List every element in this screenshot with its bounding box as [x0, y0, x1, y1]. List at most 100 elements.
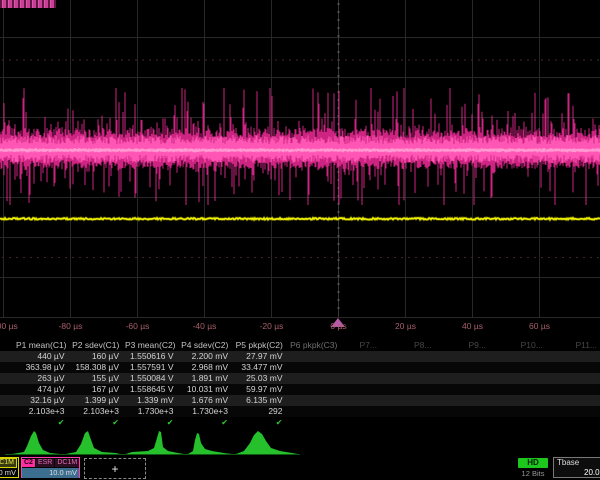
hd-bits-label: 12 Bits	[512, 469, 554, 478]
channel-c2-descriptor[interactable]: C2 ESR DC1M 10.0 mV	[21, 457, 80, 478]
status-check-icon: ✔	[123, 417, 178, 428]
measure-value	[396, 362, 451, 373]
measure-value	[341, 395, 396, 406]
status-check-icon: ✔	[178, 417, 233, 428]
measure-value	[559, 384, 600, 395]
timebase-value: 20.0 µs	[584, 468, 600, 478]
measure-value	[396, 384, 451, 395]
measure-value	[341, 384, 396, 395]
measure-row: 474 µV167 µV1.558645 V10.031 mV59.97 mV	[0, 384, 600, 395]
histicon-p1	[12, 431, 60, 454]
measure-row: 263 µV155 µV1.550084 V1.891 mV25.03 mV	[0, 373, 600, 384]
measure-value	[396, 373, 451, 384]
status-check-icon: ✔	[232, 417, 287, 428]
channel-c1-descriptor[interactable]: DC1M 10.0 mV	[0, 457, 19, 478]
measure-value: 59.97 mV	[232, 384, 287, 395]
measure-value	[559, 406, 600, 417]
add-trace-button[interactable]: +	[84, 458, 146, 479]
hd-mode-badge[interactable]: HD	[518, 458, 548, 468]
measure-value	[559, 395, 600, 406]
measure-value: 2.968 mV	[178, 362, 233, 373]
c1-vertical-scale: 10.0 mV	[0, 468, 18, 478]
measure-value	[505, 406, 560, 417]
clipped-pink-badge	[0, 0, 56, 8]
measure-value: 160 µV	[69, 351, 124, 362]
measure-value	[396, 395, 451, 406]
measure-value: 2.200 mV	[178, 351, 233, 362]
measure-value: 1.339 mV	[123, 395, 178, 406]
measure-value	[396, 351, 451, 362]
measure-value	[505, 384, 560, 395]
measure-value	[341, 406, 396, 417]
measure-col-header: P3 mean(C2)	[123, 340, 178, 351]
measure-value: 1.557591 V	[123, 362, 178, 373]
measure-value: 32.16 µV	[14, 395, 69, 406]
measure-value: 263 µV	[14, 373, 69, 384]
measure-value: 158.308 µV	[69, 362, 124, 373]
measure-status-row: ✔✔✔✔✔	[0, 417, 600, 428]
measure-value: 1.550084 V	[123, 373, 178, 384]
c2-vertical-scale: 10.0 mV	[22, 468, 79, 478]
measure-col-header: P9...	[450, 340, 505, 351]
measure-value: 167 µV	[69, 384, 124, 395]
time-tick-label: 20 µs	[395, 321, 416, 331]
measure-value	[341, 362, 396, 373]
measure-value	[450, 373, 505, 384]
measure-value: 27.97 mV	[232, 351, 287, 362]
histicon-p2	[66, 431, 120, 454]
measure-col-header: P2 sdev(C1)	[69, 340, 124, 351]
measure-value: 1.730e+3	[123, 406, 178, 417]
measure-col-header: P8...	[396, 340, 451, 351]
status-check-icon	[559, 417, 600, 428]
measure-value	[450, 406, 505, 417]
time-tick-label: -20 µs	[260, 321, 284, 331]
measure-value: 10.031 mV	[178, 384, 233, 395]
measure-value: 155 µV	[69, 373, 124, 384]
measure-value	[450, 395, 505, 406]
plus-icon: +	[111, 462, 118, 476]
timebase-descriptor[interactable]: Tbase 20.0 µs	[553, 457, 600, 478]
measure-value: 1.676 mV	[178, 395, 233, 406]
measure-value	[287, 373, 342, 384]
histicon-p3	[126, 431, 184, 454]
status-check-icon	[505, 417, 560, 428]
measure-value	[341, 351, 396, 362]
measure-row: 32.16 µV1.399 µV1.339 mV1.676 mV6.135 mV	[0, 395, 600, 406]
measure-value: 1.399 µV	[69, 395, 124, 406]
c2-eres-badge: ESR	[36, 459, 54, 467]
measure-value	[559, 362, 600, 373]
histicon-p5	[236, 431, 298, 454]
time-tick-label: -40 µs	[193, 321, 217, 331]
status-check-icon	[450, 417, 505, 428]
measure-value	[505, 395, 560, 406]
measure-value	[505, 373, 560, 384]
measure-value	[450, 384, 505, 395]
measure-row: 2.103e+32.103e+31.730e+31.730e+3292	[0, 406, 600, 417]
status-check-icon: ✔	[14, 417, 69, 428]
measure-value: 292	[232, 406, 287, 417]
measure-row: 440 µV160 µV1.550616 V2.200 mV27.97 mV	[0, 351, 600, 362]
oscilloscope-screen: -100 µs-80 µs-60 µs-40 µs-20 µs0 µs20 µs…	[0, 0, 600, 480]
measure-value	[287, 384, 342, 395]
measure-value	[450, 362, 505, 373]
time-tick-label: 40 µs	[462, 321, 483, 331]
time-tick-label: -60 µs	[126, 321, 150, 331]
measure-value	[287, 362, 342, 373]
measure-value: 33.477 mV	[232, 362, 287, 373]
measure-value: 1.730e+3	[178, 406, 233, 417]
c2-coupling-badge: DC1M	[55, 459, 79, 467]
timebase-label: Tbase	[557, 458, 579, 468]
measure-value	[559, 373, 600, 384]
measure-col-header: P6 pkpk(C3)	[287, 340, 342, 351]
measure-col-header: P7...	[341, 340, 396, 351]
measure-value	[287, 406, 342, 417]
measure-value	[505, 351, 560, 362]
measure-row: 363.98 µV158.308 µV1.557591 V2.968 mV33.…	[0, 362, 600, 373]
measure-value	[287, 351, 342, 362]
measure-value	[341, 373, 396, 384]
c2-label-badge: C2	[22, 459, 35, 467]
measure-value: 2.103e+3	[69, 406, 124, 417]
measure-value	[396, 406, 451, 417]
measure-col-header: P11...	[559, 340, 600, 351]
measure-value: 1.558645 V	[123, 384, 178, 395]
